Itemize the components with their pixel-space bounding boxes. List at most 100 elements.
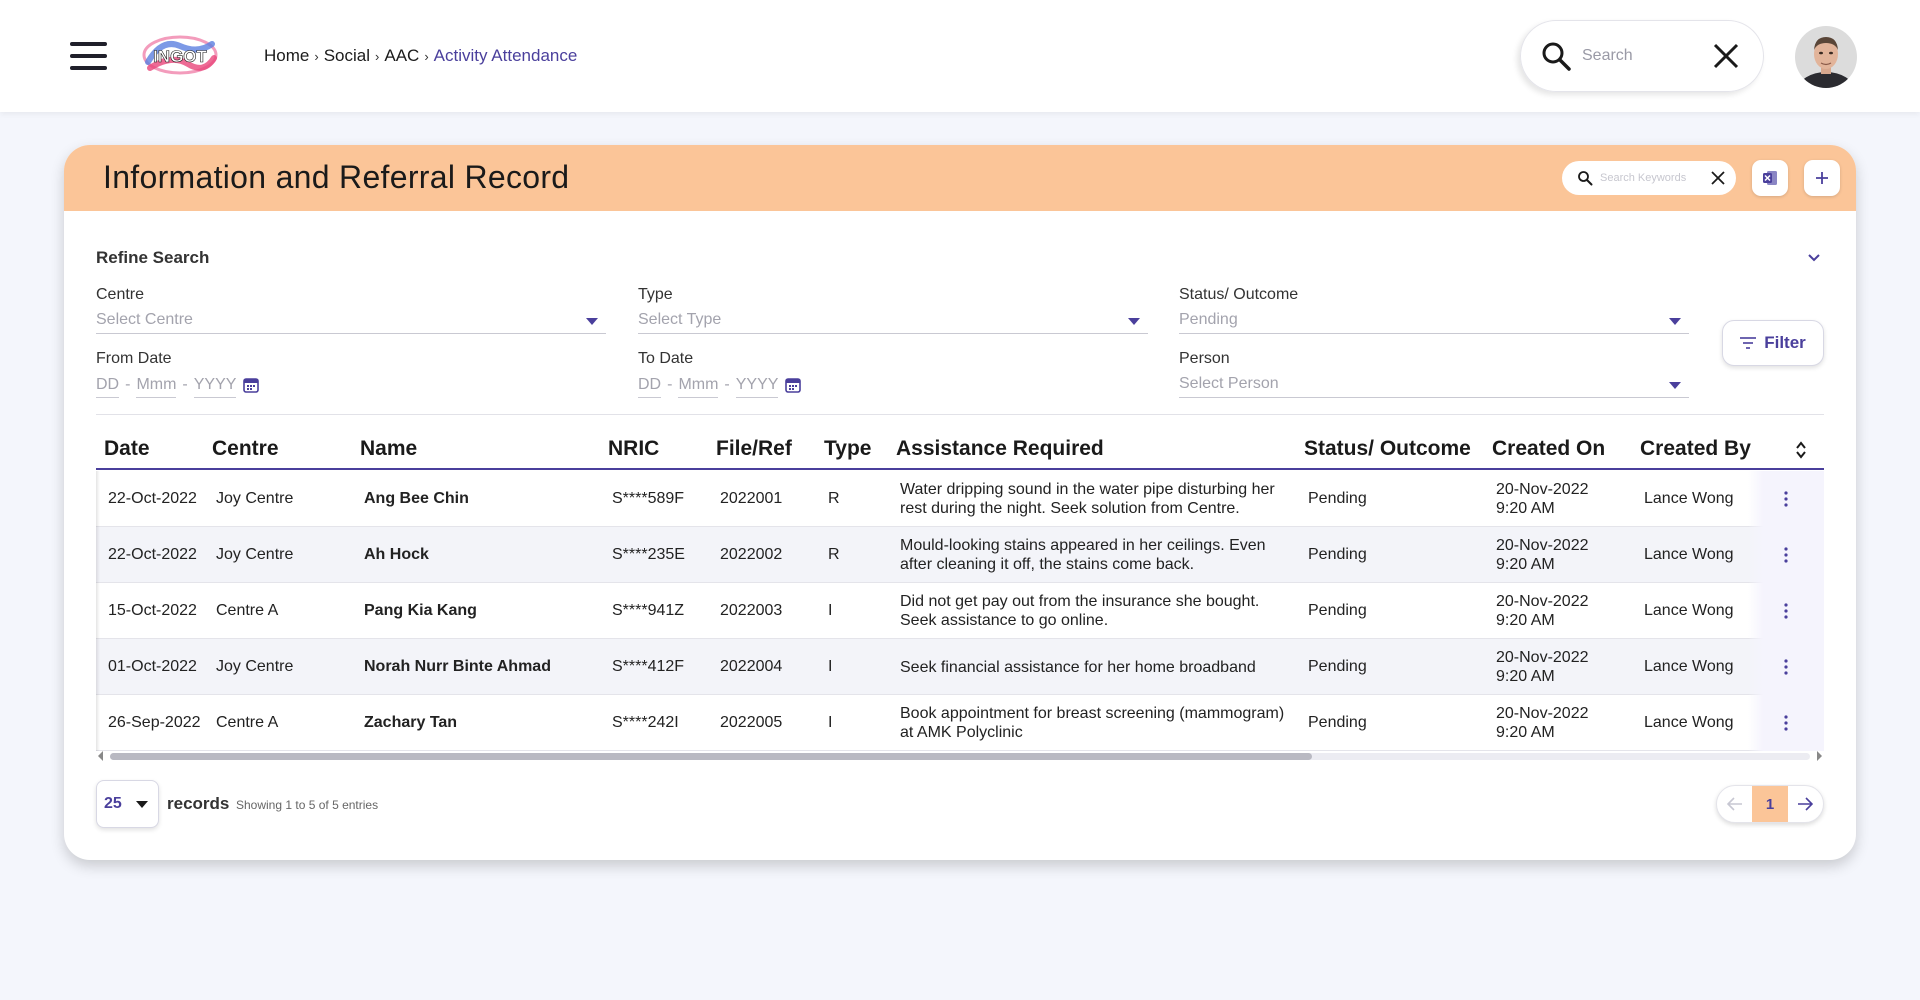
person-select-value: Select Person xyxy=(1179,375,1279,392)
column-header-file-ref[interactable]: File/Ref xyxy=(716,437,792,461)
horizontal-scrollbar[interactable] xyxy=(96,749,1824,763)
status-select[interactable]: Pending xyxy=(1179,310,1689,334)
row-actions-button[interactable] xyxy=(1748,471,1824,527)
menu-icon[interactable] xyxy=(70,42,107,70)
kebab-icon xyxy=(1784,715,1788,731)
breadcrumb-aac[interactable]: AAC xyxy=(384,46,419,66)
cell-file-ref: 2022002 xyxy=(720,546,783,563)
to-date-day[interactable]: DD xyxy=(638,376,662,398)
created-date: 20-Nov-2022 xyxy=(1496,705,1589,722)
chevron-down-icon[interactable] xyxy=(1805,249,1823,267)
entries-info: Showing 1 to 5 of 5 entries xyxy=(236,798,379,812)
filter-button[interactable]: Filter xyxy=(1722,320,1824,366)
add-record-button[interactable] xyxy=(1804,160,1840,196)
cell-date: 22-Oct-2022 xyxy=(108,546,197,563)
cell-assistance: Book appointment for breast screening (m… xyxy=(900,705,1285,741)
cell-date: 26-Sep-2022 xyxy=(108,714,201,731)
cell-name[interactable]: Ah Hock xyxy=(364,527,429,583)
user-avatar[interactable] xyxy=(1795,26,1857,88)
table-row[interactable]: 26-Sep-2022 Centre A Zachary Tan S****24… xyxy=(96,695,1824,751)
cell-assistance: Did not get pay out from the insurance s… xyxy=(900,593,1260,629)
table-row[interactable]: 22-Oct-2022 Joy Centre Ah Hock S****235E… xyxy=(96,527,1824,583)
column-header-status[interactable]: Status/ Outcome xyxy=(1304,437,1471,461)
close-icon[interactable] xyxy=(1710,170,1726,186)
column-header-date[interactable]: Date xyxy=(104,437,150,461)
table-row[interactable]: 15-Oct-2022 Centre A Pang Kia Kang S****… xyxy=(96,583,1824,639)
cell-nric: S****235E xyxy=(612,546,685,563)
next-page-button[interactable] xyxy=(1788,786,1823,822)
sort-icon[interactable] xyxy=(1793,440,1809,460)
cell-name[interactable]: Zachary Tan xyxy=(364,695,457,751)
plus-icon xyxy=(1816,172,1828,184)
column-header-assistance[interactable]: Assistance Required xyxy=(896,437,1104,461)
cell-status: Pending xyxy=(1308,490,1367,507)
column-header-type[interactable]: Type xyxy=(824,437,871,461)
created-date: 20-Nov-2022 xyxy=(1496,481,1589,498)
cell-name[interactable]: Ang Bee Chin xyxy=(364,471,469,527)
cell-created-by: Lance Wong xyxy=(1644,658,1734,675)
to-date-field: DD - Mmm - YYYY xyxy=(638,376,802,400)
from-date-day[interactable]: DD xyxy=(96,376,120,398)
row-actions-button[interactable] xyxy=(1748,527,1824,583)
cell-centre: Joy Centre xyxy=(216,546,294,563)
page-size-select[interactable]: 25 xyxy=(96,780,159,828)
from-date-label: From Date xyxy=(96,350,172,367)
created-time: 9:20 AM xyxy=(1496,668,1555,685)
cell-name[interactable]: Norah Nurr Binte Ahmad xyxy=(364,639,551,695)
column-header-created-on[interactable]: Created On xyxy=(1492,437,1605,461)
table-row[interactable]: 22-Oct-2022 Joy Centre Ang Bee Chin S***… xyxy=(96,471,1824,527)
cell-type: I xyxy=(828,658,833,675)
search-icon[interactable] xyxy=(1540,40,1572,72)
cell-centre: Centre A xyxy=(216,714,279,731)
kebab-icon xyxy=(1784,603,1788,619)
calendar-icon[interactable] xyxy=(784,376,802,394)
record-card: Information and Referral Record Search K… xyxy=(64,145,1856,860)
pagination: 1 xyxy=(1716,785,1824,823)
prev-page-button[interactable] xyxy=(1717,786,1752,822)
person-select[interactable]: Select Person xyxy=(1179,374,1689,398)
status-select-value: Pending xyxy=(1179,311,1238,328)
row-actions-button[interactable] xyxy=(1748,639,1824,695)
export-excel-button[interactable] xyxy=(1752,160,1788,196)
cell-date: 01-Oct-2022 xyxy=(108,658,197,675)
column-header-nric[interactable]: NRIC xyxy=(608,437,659,461)
table-row[interactable]: 01-Oct-2022 Joy Centre Norah Nurr Binte … xyxy=(96,639,1824,695)
created-date: 20-Nov-2022 xyxy=(1496,537,1589,554)
page-button[interactable]: 1 xyxy=(1752,786,1788,822)
to-date-month[interactable]: Mmm xyxy=(678,376,719,398)
row-actions-button[interactable] xyxy=(1748,695,1824,751)
page-size-value: 25 xyxy=(104,795,122,812)
breadcrumb-home[interactable]: Home xyxy=(264,46,309,66)
scroll-right-arrow[interactable] xyxy=(1817,751,1822,761)
cell-created-by: Lance Wong xyxy=(1644,714,1734,731)
column-header-created-by[interactable]: Created By xyxy=(1640,437,1751,461)
cell-date: 22-Oct-2022 xyxy=(108,490,197,507)
close-icon[interactable] xyxy=(1712,42,1740,70)
global-search-input[interactable] xyxy=(1582,42,1702,70)
cell-name[interactable]: Pang Kia Kang xyxy=(364,583,477,639)
top-bar: INGOT Home › Social › AAC › Activity Att… xyxy=(0,0,1920,112)
breadcrumb-separator: › xyxy=(375,48,380,64)
centre-select[interactable]: Select Centre xyxy=(96,310,606,334)
from-date-month[interactable]: Mmm xyxy=(136,376,177,398)
keyword-search-input[interactable] xyxy=(1600,169,1706,187)
to-date-year[interactable]: YYYY xyxy=(735,376,779,398)
scroll-thumb[interactable] xyxy=(110,753,1312,760)
cell-nric: S****589F xyxy=(612,490,685,507)
from-date-year[interactable]: YYYY xyxy=(193,376,237,398)
calendar-icon[interactable] xyxy=(242,376,260,394)
app-logo[interactable]: INGOT xyxy=(142,34,218,76)
cell-created-by: Lance Wong xyxy=(1644,546,1734,563)
breadcrumb-separator: › xyxy=(314,48,319,64)
scroll-left-arrow[interactable] xyxy=(98,751,103,761)
cell-created-on: 20-Nov-2022 9:20 AM xyxy=(1496,583,1606,639)
column-header-name[interactable]: Name xyxy=(360,437,417,461)
search-icon[interactable] xyxy=(1577,170,1593,186)
column-header-centre[interactable]: Centre xyxy=(212,437,279,461)
cell-status: Pending xyxy=(1308,658,1367,675)
breadcrumb-social[interactable]: Social xyxy=(324,46,370,66)
row-actions-button[interactable] xyxy=(1748,583,1824,639)
type-label: Type xyxy=(638,286,673,303)
type-select[interactable]: Select Type xyxy=(638,310,1148,334)
cell-status: Pending xyxy=(1308,546,1367,563)
